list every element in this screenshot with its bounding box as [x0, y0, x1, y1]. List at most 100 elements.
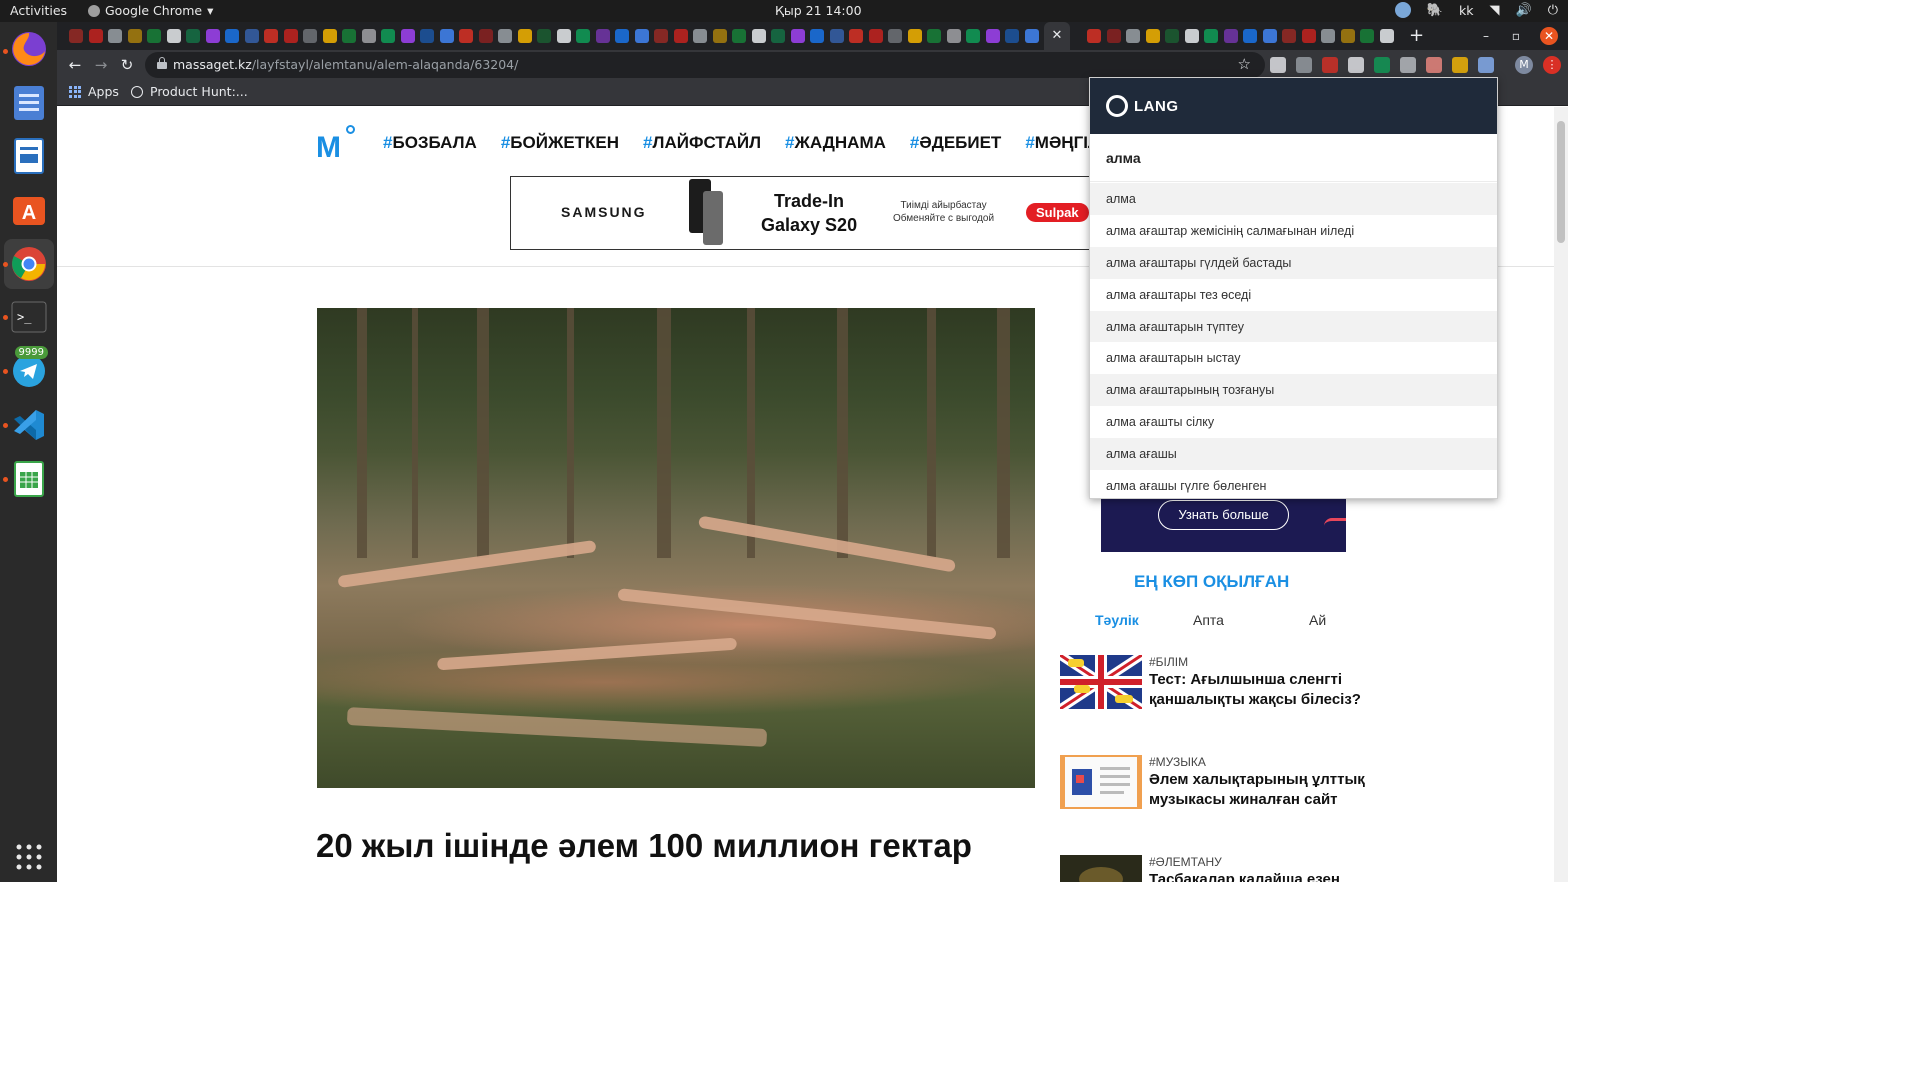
tab-favicon-icon[interactable] [205, 29, 220, 43]
maximize-icon[interactable]: ▫ [1507, 27, 1525, 45]
bookmark-star-icon[interactable]: ☆ [1238, 55, 1251, 73]
back-arrow-icon[interactable]: ← [65, 55, 85, 75]
tab-favicon-icon[interactable] [1106, 29, 1121, 43]
tab-favicon-icon[interactable] [225, 29, 239, 43]
tab-favicon-icon[interactable] [303, 29, 317, 43]
tab-favicon-icon[interactable] [576, 29, 590, 43]
tab-month[interactable]: Ай [1309, 612, 1326, 628]
dock-terminal[interactable]: >_ [8, 296, 50, 338]
extension-icon[interactable] [1322, 57, 1338, 73]
tab-favicon-icon[interactable] [868, 29, 883, 43]
tab-favicon-icon[interactable] [459, 29, 473, 43]
tab-favicon-icon[interactable] [1126, 29, 1140, 43]
reload-icon[interactable]: ↻ [117, 55, 137, 75]
dock-firefox[interactable] [8, 28, 50, 70]
tab-favicon-icon[interactable] [283, 29, 298, 43]
address-bar[interactable]: massaget.kz/layfstayl/alemtanu/alem-alaq… [145, 52, 1265, 78]
elephant-icon[interactable]: 🐘 [1427, 3, 1443, 18]
search-field[interactable] [1090, 134, 1497, 182]
tab-week[interactable]: Апта [1193, 612, 1224, 628]
extension-icon[interactable] [1374, 57, 1390, 73]
forward-arrow-icon[interactable]: → [91, 55, 111, 75]
tab-day[interactable]: Тәулік [1095, 612, 1139, 628]
tab-favicon-icon[interactable] [1243, 29, 1257, 43]
tab-favicon-icon[interactable] [342, 29, 356, 43]
tab-favicon-icon[interactable] [1024, 29, 1039, 43]
tab-favicon-icon[interactable] [790, 29, 805, 43]
tab-favicon-icon[interactable] [186, 29, 200, 43]
tab-favicon-icon[interactable] [420, 29, 434, 43]
tab-favicon-icon[interactable] [147, 29, 161, 43]
suggestion-item[interactable]: алма ағашы гүлге бөленген [1090, 470, 1497, 502]
tab-favicon-icon[interactable] [888, 29, 902, 43]
close-tab-icon[interactable]: ✕ [1052, 28, 1063, 43]
extension-icon[interactable] [1270, 57, 1286, 73]
item-title[interactable]: Тасбақалар қалайша езен [1149, 870, 1369, 882]
suggestion-item[interactable]: алма ағаштарының тозғануы [1090, 374, 1497, 407]
nav-item-boyzhetken[interactable]: #БОЙЖЕТКЕН [501, 133, 619, 153]
keyboard-layout[interactable]: kk [1459, 3, 1473, 18]
minimize-icon[interactable]: – [1477, 27, 1495, 45]
tab-favicon-icon[interactable] [361, 29, 376, 43]
suggestion-item[interactable]: алма ағашты сілку [1090, 406, 1497, 438]
suggestion-item[interactable]: алма ағаштары тез өседі [1090, 279, 1497, 311]
tab-favicon-icon[interactable] [1184, 29, 1199, 43]
active-tab[interactable]: ✕ [1044, 22, 1070, 50]
suggestion-item[interactable]: алма ағаштарын ыстау [1090, 342, 1497, 374]
tab-favicon-icon[interactable] [673, 29, 688, 43]
profile-avatar[interactable]: M [1515, 56, 1533, 74]
tab-favicon-icon[interactable] [693, 29, 707, 43]
power-icon[interactable]: ⏻ [1548, 3, 1558, 18]
tab-favicon-icon[interactable] [634, 29, 649, 43]
tab-favicon-icon[interactable] [810, 29, 824, 43]
nav-item-adebiet[interactable]: #ӘДЕБИЕТ [910, 133, 1001, 153]
tab-favicon-icon[interactable] [1005, 29, 1019, 43]
extension-icon[interactable] [1478, 57, 1494, 73]
extension-icon[interactable] [1400, 57, 1416, 73]
tab-favicon-icon[interactable] [537, 29, 551, 43]
dock-vscode[interactable] [8, 404, 50, 446]
dock-telegram[interactable]: 9999 [8, 346, 50, 392]
tab-favicon-icon[interactable] [264, 29, 278, 43]
tab-favicon-icon[interactable] [381, 29, 395, 43]
show-applications-button[interactable] [8, 836, 50, 878]
bookmark-apps[interactable]: Apps [69, 84, 119, 99]
tab-favicon-icon[interactable] [1282, 29, 1296, 43]
suggestion-item[interactable]: алма ағашы [1090, 438, 1497, 471]
tab-favicon-icon[interactable] [1223, 29, 1238, 43]
tab-favicon-icon[interactable] [849, 29, 863, 43]
dock-files[interactable] [8, 82, 50, 124]
clock[interactable]: Қыр 21 14:00 [775, 3, 862, 18]
tab-favicon-icon[interactable] [985, 29, 1000, 43]
tab-favicon-icon[interactable] [712, 29, 727, 43]
bookmark-product-hunt[interactable]: Product Hunt:... [131, 84, 248, 99]
tab-favicon-icon[interactable] [1262, 29, 1277, 43]
item-title[interactable]: Тест: Ағылшынша сленгті қаншалықты жақсы… [1149, 670, 1369, 709]
extension-icon[interactable] [1426, 57, 1442, 73]
tab-favicon-icon[interactable] [166, 29, 181, 43]
tab-favicon-icon[interactable] [108, 29, 122, 43]
tab-favicon-icon[interactable] [1379, 29, 1394, 43]
learn-more-button[interactable]: Узнать больше [1158, 500, 1289, 530]
tab-favicon-icon[interactable] [732, 29, 746, 43]
suggestion-item[interactable]: алма ағаштарын түптеу [1090, 310, 1497, 343]
tab-favicon-icon[interactable] [556, 29, 571, 43]
tab-favicon-icon[interactable] [244, 29, 259, 43]
extension-icon[interactable] [1348, 57, 1364, 73]
app-menu[interactable]: Google Chrome ▾ [88, 3, 213, 18]
tab-favicon-icon[interactable] [1087, 29, 1101, 43]
close-window-icon[interactable]: ✕ [1540, 27, 1558, 45]
suggestion-item[interactable]: алма ағаштар жемісінің салмағынан иіледі [1090, 215, 1497, 247]
site-logo[interactable]: M [316, 125, 355, 165]
tab-favicon-icon[interactable] [654, 29, 668, 43]
scrollbar-thumb[interactable] [1557, 121, 1565, 243]
sidebar-ad[interactable]: Узнать больше [1101, 498, 1346, 552]
nav-item-zhadnama[interactable]: #ЖАДНАМА [785, 133, 886, 153]
category-tag[interactable]: #МУЗЫКА [1149, 755, 1369, 769]
tab-favicon-icon[interactable] [400, 29, 415, 43]
tab-favicon-icon[interactable] [88, 29, 103, 43]
dock-chrome[interactable] [4, 239, 54, 289]
tab-favicon-icon[interactable] [829, 29, 844, 43]
category-tag[interactable]: #ӘЛЕМТАНУ [1149, 855, 1369, 869]
tab-favicon-icon[interactable] [1145, 29, 1160, 43]
